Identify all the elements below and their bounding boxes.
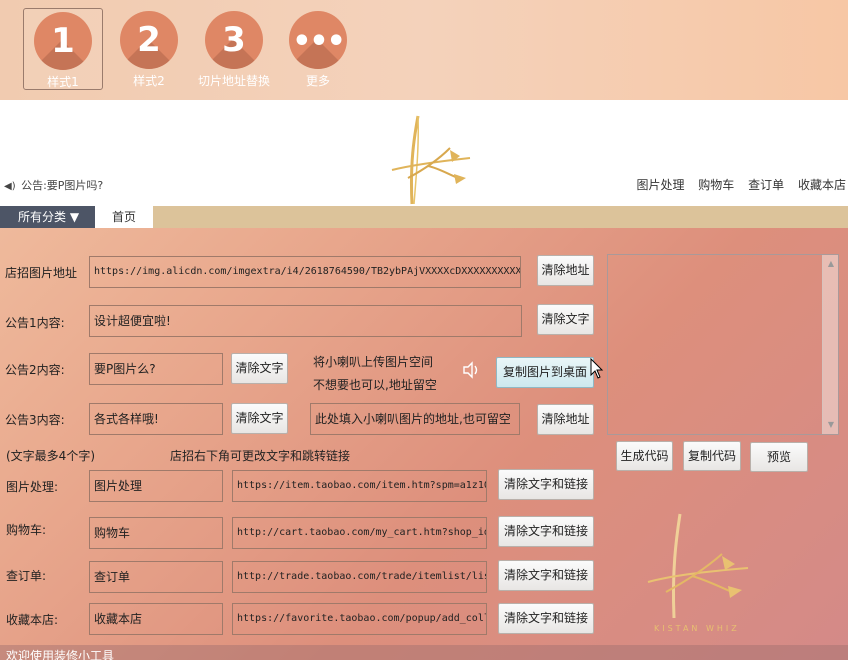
clear-speaker-address-button[interactable]: 清除地址 [537,404,594,435]
copy-image-to-desktop-button[interactable]: 复制图片到桌面 [496,357,594,388]
tab-style-1[interactable]: 1 样式1 [23,8,103,90]
link-url-cart-input[interactable]: http://cart.taobao.com/my_cart.htm?shop_… [232,517,487,549]
tab-more[interactable]: ••• 更多 [278,8,358,90]
header-link-cart[interactable]: 购物车 [698,178,734,192]
generate-code-button[interactable]: 生成代码 [616,441,673,471]
speaker-optional-note: 不想要也可以,地址留空 [313,378,437,392]
number-2-icon: 2 [120,11,178,69]
header-links: 图片处理 购物车 查订单 收藏本店 [626,176,846,193]
preview-button[interactable]: 预览 [750,442,808,472]
clear-link-cart-button[interactable]: 清除文字和链接 [498,516,594,547]
tab-label: 样式2 [133,74,165,88]
status-bar [0,645,848,660]
link-label-orders: 查订单: [6,569,47,583]
clear-notice1-button[interactable]: 清除文字 [537,304,594,335]
notice2-label: 公告2内容: [5,363,65,377]
max-chars-note: (文字最多4个字) [6,449,95,463]
mouse-cursor-icon [590,358,604,379]
clear-link-favorite-button[interactable]: 清除文字和链接 [498,603,594,634]
speaker-upload-note: 将小喇叭上传图片空间 [313,355,434,369]
link-edit-note: 店招右下角可更改文字和跳转链接 [170,449,351,463]
link-text-orders-input[interactable]: 查订单 [89,561,223,593]
tab-label: 样式1 [47,75,79,89]
link-label-favorite: 收藏本店: [6,613,59,627]
header-link-orders[interactable]: 查订单 [748,178,784,192]
speaker-image-address-input[interactable]: 此处填入小喇叭图片的地址,也可留空 [310,403,520,435]
speaker-icon [463,361,478,379]
banner-address-input[interactable]: https://img.alicdn.com/imgextra/i4/26187… [89,256,521,288]
copy-code-button[interactable]: 复制代码 [683,441,741,471]
textarea-scrollbar[interactable]: ▲ ▼ [822,255,838,434]
link-label-image: 图片处理: [6,480,59,494]
clear-address-button[interactable]: 清除地址 [537,255,594,286]
tab-label: 切片地址替换 [197,74,270,88]
category-bar: 所有分类 ▼ 首页 [0,206,848,228]
number-3-icon: 3 [205,11,263,69]
notice1-label: 公告1内容: [5,316,65,330]
link-url-image-input[interactable]: https://item.taobao.com/item.htm?spm=a1z… [232,470,487,502]
notice-text: 公告:要P图片吗? [21,179,104,192]
banner-address-label: 店招图片地址 [5,266,78,280]
notice-bar: ◀) 公告:要P图片吗? [4,177,103,193]
speaker-icon: ◀) [4,181,16,192]
scroll-up-icon[interactable]: ▲ [826,259,836,269]
link-text-cart-input[interactable]: 购物车 [89,517,223,549]
tab-slice-replace[interactable]: 3 切片地址替换 [194,8,274,90]
top-tab-strip: 1 样式1 2 样式2 3 切片地址替换 ••• 更多 [0,0,848,100]
link-url-favorite-input[interactable]: https://favorite.taobao.com/popup/add_co… [232,603,487,635]
more-dots-icon: ••• [289,11,347,69]
header-link-image[interactable]: 图片处理 [636,178,684,192]
clear-notice3-button[interactable]: 清除文字 [231,403,288,434]
notice3-label: 公告3内容: [5,413,65,427]
header-link-favorite[interactable]: 收藏本店 [798,178,846,192]
code-output-textarea[interactable]: ▲ ▼ [607,254,839,435]
tab-label: 更多 [305,74,330,88]
link-label-cart: 购物车: [6,523,47,537]
home-link[interactable]: 首页 [95,206,153,228]
number-1-icon: 1 [34,12,92,70]
notice3-input[interactable]: 各式各样哦! [89,403,223,435]
link-url-orders-input[interactable]: http://trade.taobao.com/trade/itemlist/l… [232,561,487,593]
brand-logo [391,115,471,205]
notice2-input[interactable]: 要P图片么? [89,353,223,385]
shop-header-preview: ◀) 公告:要P图片吗? 图片处理 购物车 查订单 收藏本店 [0,100,848,206]
tab-style-2[interactable]: 2 样式2 [109,8,189,90]
clear-link-orders-button[interactable]: 清除文字和链接 [498,560,594,591]
all-categories-menu[interactable]: 所有分类 ▼ [0,206,95,228]
notice1-input[interactable]: 设计超便宜啦! [89,305,522,337]
welcome-text: 欢迎使用装修小工具 [6,649,115,660]
watermark-logo [647,513,749,619]
link-text-favorite-input[interactable]: 收藏本店 [89,603,223,635]
clear-link-image-button[interactable]: 清除文字和链接 [498,469,594,500]
clear-notice2-button[interactable]: 清除文字 [231,353,288,384]
scroll-down-icon[interactable]: ▼ [826,420,836,430]
link-text-image-input[interactable]: 图片处理 [89,470,223,502]
watermark-text: KISTAN WHIZ [654,624,740,633]
